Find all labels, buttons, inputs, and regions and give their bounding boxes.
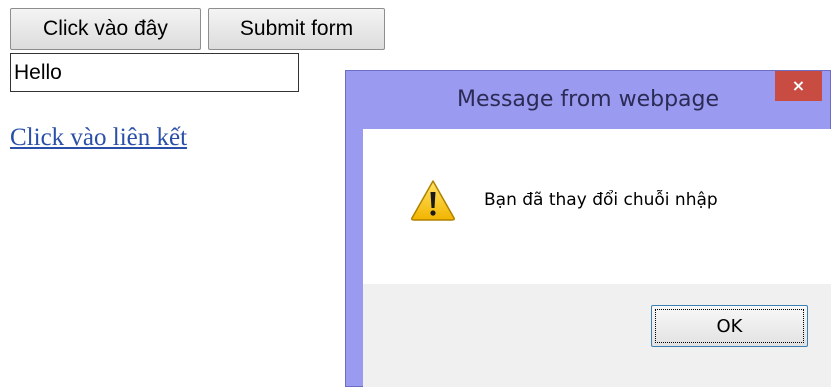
ok-button[interactable]: OK [651, 305, 808, 347]
web-page: Click vào đây Submit form Click vào liên… [0, 0, 831, 387]
submit-form-button[interactable]: Submit form [208, 8, 385, 50]
text-input[interactable] [10, 53, 299, 92]
click-link[interactable]: Click vào liên kết [10, 124, 187, 152]
dialog-body: Bạn đã thay đổi chuỗi nhập OK [363, 129, 831, 387]
dialog-footer: OK [363, 284, 831, 387]
alert-dialog: Message from webpage × Bạn đã thay đổi c… [345, 70, 831, 387]
warning-icon [411, 180, 455, 221]
click-here-button[interactable]: Click vào đây [10, 8, 201, 50]
close-button[interactable]: × [775, 71, 822, 101]
dialog-title: Message from webpage [456, 87, 720, 112]
dialog-message: Bạn đã thay đổi chuỗi nhập [484, 190, 718, 210]
